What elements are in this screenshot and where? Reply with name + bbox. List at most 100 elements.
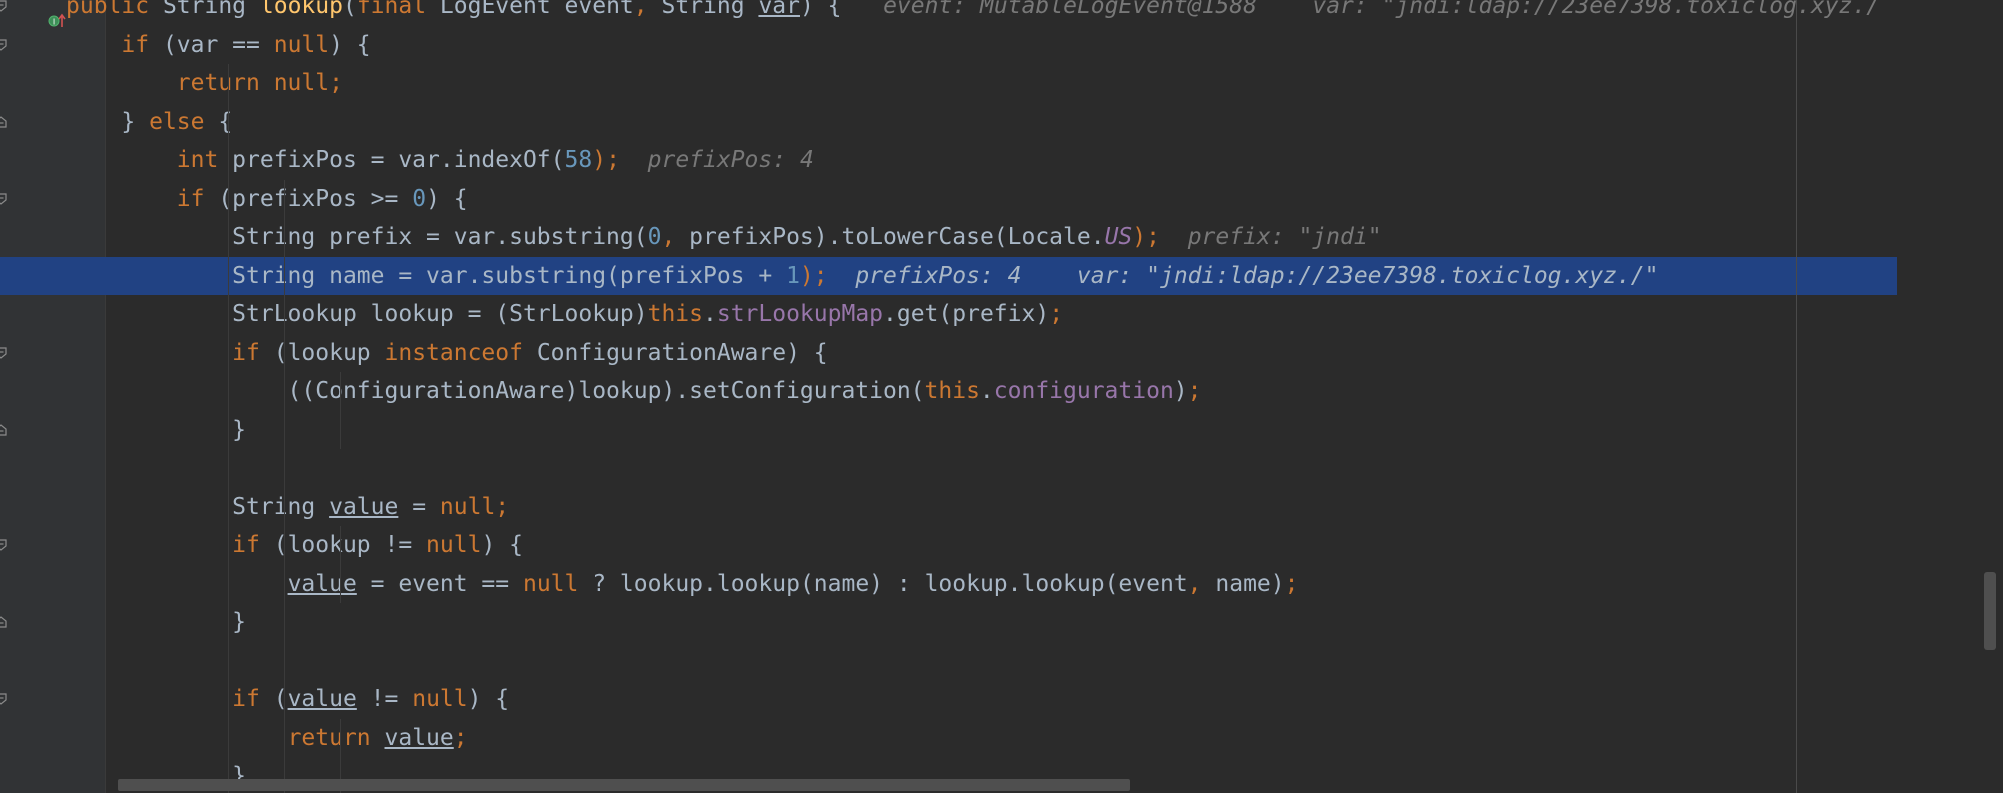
code-token: (: [342, 0, 357, 19]
code-line[interactable]: 185 } else {: [0, 103, 1897, 141]
code-token: ;: [453, 724, 468, 751]
code-token: !=: [356, 686, 413, 712]
code-token: =: [398, 493, 440, 520]
code-text[interactable]: int prefixPos = var.indexOf(58); prefixP…: [66, 141, 814, 179]
code-token: = event ==: [356, 570, 523, 597]
indent-guide: [284, 179, 285, 793]
code-token: if: [232, 339, 274, 366]
code-token: null: [522, 570, 593, 597]
code-token: if: [232, 532, 274, 558]
code-text[interactable]: if (lookup instanceof ConfigurationAware…: [66, 334, 828, 372]
code-token: var: [758, 0, 800, 19]
code-token: if: [232, 686, 274, 712]
code-token: ,: [1187, 570, 1216, 597]
code-token: }: [66, 108, 150, 135]
code-token: public: [66, 0, 163, 19]
code-text[interactable]: return null;: [66, 64, 343, 102]
code-token: value: [329, 493, 399, 520]
code-text[interactable]: } else {: [66, 103, 232, 141]
code-text[interactable]: }: [66, 411, 246, 449]
code-token: null: [426, 532, 482, 558]
code-token: ) {: [799, 0, 884, 19]
vertical-scrollbar[interactable]: [1984, 572, 1996, 650]
fold-end-icon[interactable]: [0, 423, 8, 437]
code-token: ? lookup.lookup(name) : lookup.lookup(ev…: [592, 570, 1188, 597]
indent-guide: [340, 526, 341, 603]
fold-open-icon[interactable]: [0, 192, 8, 206]
code-line[interactable]: 186 int prefixPos = var.indexOf(58); pre…: [0, 141, 1897, 179]
code-token: .: [702, 301, 717, 327]
code-token: int: [176, 147, 233, 173]
code-text[interactable]: return value;: [66, 719, 468, 757]
code-token: strLookupMap: [716, 301, 884, 327]
code-text[interactable]: ((ConfigurationAware)lookup).setConfigur…: [66, 372, 1202, 410]
code-token: prefixPos).toLowerCase(Locale.: [689, 224, 1105, 250]
code-text[interactable]: String name = var.substring(prefixPos + …: [66, 257, 1658, 295]
code-token: ): [1173, 378, 1188, 404]
code-token: String: [661, 0, 759, 19]
code-text[interactable]: value = event == null ? lookup.lookup(na…: [66, 565, 1299, 603]
code-text[interactable]: }: [66, 603, 246, 641]
code-token: instanceof: [384, 339, 537, 366]
code-token: final: [356, 0, 440, 19]
code-token: LogEvent event: [439, 0, 634, 19]
fold-open-icon[interactable]: [0, 692, 8, 706]
horizontal-scrollbar[interactable]: [118, 779, 1130, 791]
code-editor[interactable]: I 182public String lookup(final LogEvent…: [0, 0, 2003, 793]
code-token: 1: [786, 262, 800, 289]
code-token: ;: [1187, 378, 1202, 404]
code-token: null;: [439, 493, 510, 520]
code-token: );: [1132, 224, 1160, 250]
code-token: (var ==: [162, 31, 274, 58]
code-token: ) {: [467, 686, 510, 712]
code-text[interactable]: if (value != null) {: [66, 680, 509, 718]
code-token: ConfigurationAware) {: [536, 339, 828, 366]
code-token: String prefix = var.substring(: [66, 224, 648, 250]
code-token: ,: [661, 224, 690, 250]
right-margin-guide: [1796, 0, 1797, 793]
fold-open-icon[interactable]: [0, 538, 8, 552]
code-text[interactable]: public String lookup(final LogEvent even…: [66, 0, 1880, 25]
code-token: this: [924, 378, 980, 404]
fold-end-icon[interactable]: [0, 115, 8, 129]
code-token: ) {: [481, 532, 523, 558]
code-text[interactable]: if (lookup != null) {: [66, 526, 523, 564]
code-token: else: [149, 108, 219, 135]
code-token: 0: [412, 185, 427, 212]
code-token: );: [799, 262, 828, 289]
code-token: .get(prefix): [883, 301, 1050, 327]
code-text[interactable]: String value = null;: [66, 488, 509, 526]
code-text[interactable]: String prefix = var.substring(0, prefixP…: [66, 218, 1382, 256]
code-token: 0: [647, 224, 662, 250]
code-line[interactable]: 184 return null;: [0, 64, 1897, 102]
code-text[interactable]: if (var == null) {: [66, 26, 370, 64]
code-token: ,: [633, 0, 662, 19]
code-token: ;: [1049, 301, 1064, 327]
code-token: String name = var.substring(prefixPos +: [66, 262, 787, 289]
code-token: prefixPos = var.indexOf(: [232, 147, 565, 173]
fold-end-icon[interactable]: [0, 615, 8, 629]
code-text[interactable]: if (prefixPos >= 0) {: [66, 180, 468, 218]
code-token: 58: [564, 147, 593, 173]
fold-open-icon[interactable]: [0, 346, 8, 360]
fold-open-icon[interactable]: [0, 38, 8, 52]
code-token: String: [162, 0, 260, 19]
code-token: {: [218, 108, 233, 135]
code-token: if: [176, 185, 219, 212]
code-line[interactable]: 182public String lookup(final LogEvent e…: [0, 0, 1897, 25]
code-line[interactable]: 183 if (var == null) {: [0, 26, 1897, 64]
code-token: null: [273, 31, 330, 58]
indent-guide: [340, 372, 341, 449]
code-text[interactable]: StrLookup lookup = (StrLookup)this.strLo…: [66, 295, 1063, 333]
fold-open-icon[interactable]: [0, 0, 8, 13]
code-token: (prefixPos >=: [218, 185, 413, 212]
inline-debug-value: prefix: "jndi": [1187, 224, 1382, 250]
inline-debug-value: prefixPos: 4: [647, 147, 814, 173]
code-token: String: [66, 493, 330, 520]
